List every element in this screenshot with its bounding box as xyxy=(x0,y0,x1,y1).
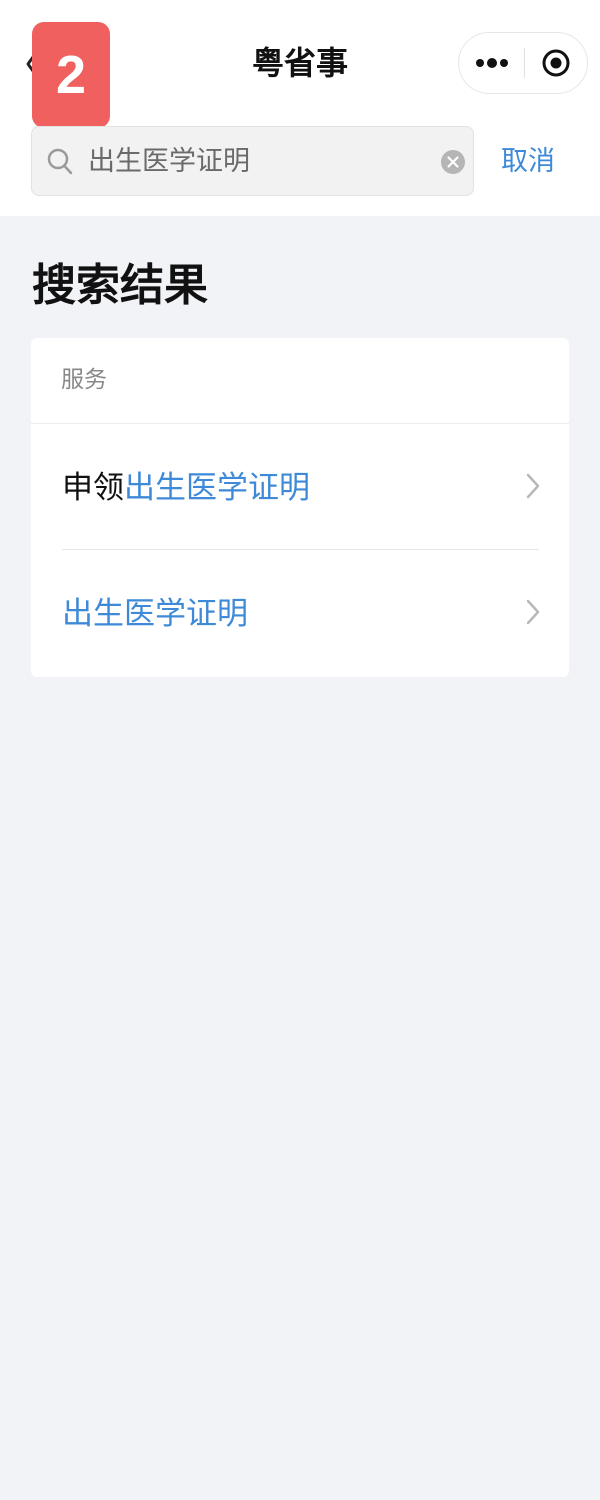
result-item-label: 出生医学证明 xyxy=(62,594,248,634)
close-circle-icon xyxy=(542,49,570,77)
result-item-birth-certificate[interactable]: 出生医学证明 xyxy=(31,550,569,676)
clear-icon[interactable] xyxy=(440,149,466,175)
result-item-highlight: 出生医学证明 xyxy=(62,596,248,632)
search-input[interactable]: 出生医学证明 xyxy=(31,126,474,196)
more-icon xyxy=(475,58,508,68)
close-button[interactable] xyxy=(525,33,587,93)
search-icon xyxy=(47,148,73,175)
step-badge: 2 xyxy=(32,22,110,128)
section-label: 服务 xyxy=(61,367,107,393)
cancel-button[interactable]: 取消 xyxy=(496,132,560,192)
result-item-label: 申领出生医学证明 xyxy=(62,468,310,508)
more-button[interactable] xyxy=(459,33,524,93)
chevron-right-icon xyxy=(526,473,540,499)
result-item-prefix: 申领 xyxy=(62,470,124,506)
card-header: 服务 xyxy=(31,338,569,424)
results-card: 服务 申领出生医学证明 出生医学证明 xyxy=(31,338,569,677)
page-title: 粤省事 xyxy=(251,44,348,82)
chevron-right-icon xyxy=(526,599,540,625)
result-item-highlight: 出生医学证明 xyxy=(124,470,310,506)
results-title: 搜索结果 xyxy=(32,260,208,311)
top-bar: 2 粤省事 出生医学证明 取消 xyxy=(0,0,600,216)
search-query: 出生医学证明 xyxy=(88,146,250,177)
result-item-apply-birth-certificate[interactable]: 申领出生医学证明 xyxy=(31,424,569,550)
mini-program-capsule xyxy=(458,32,588,94)
